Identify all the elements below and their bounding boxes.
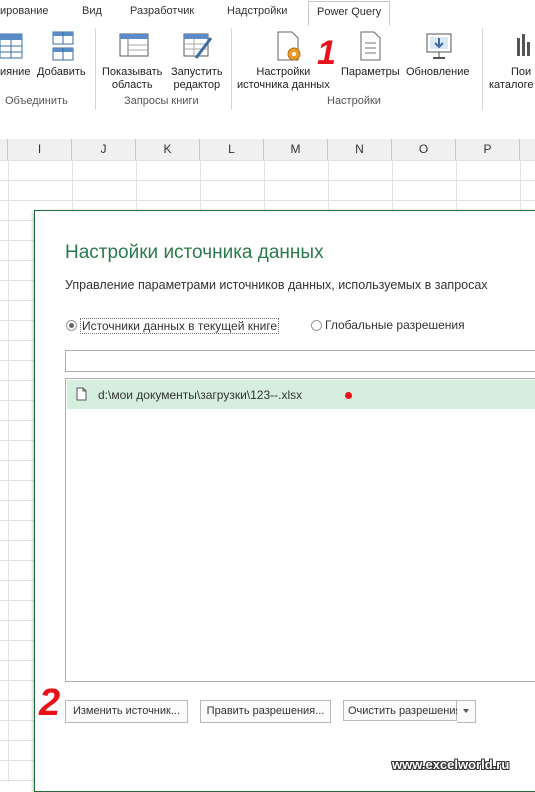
group-separator	[482, 28, 483, 110]
tab-review[interactable]: ирование	[0, 5, 49, 17]
column-header-o[interactable]: O	[392, 139, 456, 160]
launch-editor-icon	[183, 33, 213, 59]
catalog-search-label-line2: каталоге	[489, 79, 534, 91]
dialog-description: Управление параметрами источников данных…	[65, 278, 488, 292]
list-item[interactable]: d:\мои документы\загрузки\123--.xlsx	[67, 380, 535, 409]
launch-editor-label-line1: Запустить	[171, 66, 223, 78]
tab-addins[interactable]: Надстройки	[227, 5, 287, 17]
data-source-list[interactable]: d:\мои документы\загрузки\123--.xlsx	[65, 378, 535, 682]
group-workbook-queries-label: Запросы книги	[124, 95, 199, 107]
annotation-number-one: 1	[317, 34, 336, 72]
ribbon: ияние Добавить Объединить Показывать обл…	[0, 26, 535, 113]
column-header-i[interactable]: I	[8, 139, 72, 160]
data-source-settings-label-line1: Настройки	[256, 66, 311, 78]
merge-icon	[0, 33, 23, 59]
column-header-l[interactable]: L	[200, 139, 264, 160]
change-source-button[interactable]: Изменить источник...	[65, 700, 188, 723]
show-pane-label-line1: Показывать	[102, 66, 163, 78]
catalog-search-button[interactable]: Пои каталоге	[489, 66, 534, 92]
search-input[interactable]	[65, 350, 535, 372]
combine-button[interactable]: ияние	[0, 66, 30, 79]
annotation-number-two: 2	[39, 682, 61, 724]
data-source-settings-label-line2: источника данных	[237, 79, 330, 91]
dialog-title: Настройки источника данных	[65, 242, 324, 263]
group-settings-label: Настройки	[327, 95, 381, 107]
data-source-settings-dialog: Настройки источника данных Управление па…	[34, 210, 535, 792]
append-icon	[52, 31, 74, 61]
catalog-search-label-line1: Пои	[511, 66, 532, 78]
ribbon-tab-bar: ирование Вид Разработчик Надстройки Powe…	[0, 0, 535, 27]
column-header-k[interactable]: K	[136, 139, 200, 160]
data-source-settings-icon	[277, 31, 301, 61]
column-header-row: I J K L M N O P	[0, 139, 535, 161]
show-pane-button[interactable]: Показывать область	[102, 66, 162, 92]
show-pane-icon	[119, 33, 149, 57]
group-separator	[231, 28, 232, 110]
group-combine-label: Объединить	[5, 95, 68, 107]
catalog-search-icon	[517, 34, 530, 56]
launch-editor-button[interactable]: Запустить редактор	[171, 66, 223, 92]
column-header-partial	[0, 139, 8, 160]
radio-global-permissions[interactable]	[311, 320, 322, 331]
update-icon	[426, 33, 452, 59]
data-source-path: d:\мои документы\загрузки\123--.xlsx	[98, 388, 303, 402]
column-header-p[interactable]: P	[456, 139, 520, 160]
append-button[interactable]: Добавить	[37, 66, 86, 79]
group-separator	[95, 28, 96, 110]
chevron-down-icon	[463, 709, 469, 714]
launch-editor-label-line2: редактор	[173, 79, 221, 91]
radio-current-workbook-label[interactable]: Источники данных в текущей книге	[80, 318, 280, 334]
tab-developer[interactable]: Разработчик	[130, 5, 194, 17]
column-header-m[interactable]: M	[264, 139, 328, 160]
options-button[interactable]: Параметры	[341, 66, 400, 79]
update-button[interactable]: Обновление	[406, 66, 470, 79]
clear-permissions-dropdown[interactable]	[457, 700, 476, 723]
edit-permissions-button[interactable]: Править разрешения...	[200, 700, 331, 723]
show-pane-label-line2: область	[111, 79, 153, 91]
radio-current-workbook[interactable]	[66, 320, 77, 331]
radio-global-permissions-label[interactable]: Глобальные разрешения	[325, 318, 465, 332]
tab-power-query[interactable]: Power Query	[308, 1, 391, 26]
clear-permissions-button[interactable]: Очистить разрешения	[343, 700, 461, 721]
data-source-settings-button[interactable]: Настройки источника данных	[237, 66, 330, 92]
tab-view[interactable]: Вид	[82, 5, 102, 17]
formula-area	[0, 112, 535, 140]
options-icon	[360, 31, 381, 61]
annotation-dot	[345, 392, 352, 399]
file-icon	[76, 387, 87, 401]
column-header-n[interactable]: N	[328, 139, 392, 160]
watermark: www.excelworld.ru	[392, 757, 510, 772]
column-header-j[interactable]: J	[72, 139, 136, 160]
